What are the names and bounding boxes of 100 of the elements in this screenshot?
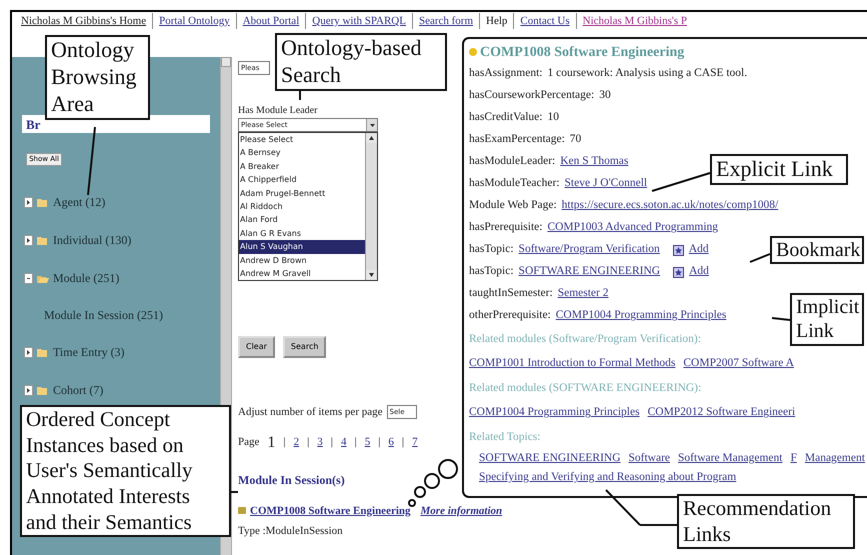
- related-link[interactable]: COMP1004 Programming Principles: [469, 404, 640, 422]
- expand-icon[interactable]: [24, 196, 33, 208]
- callout-label: Ontology Browsing Area: [45, 35, 150, 120]
- page-link[interactable]: 2: [294, 434, 300, 451]
- bookmark-icon: [672, 244, 684, 256]
- related-link[interactable]: SOFTWARE ENGINEERING: [479, 450, 621, 468]
- nav-link[interactable]: Help: [479, 12, 514, 30]
- property-name: otherPrerequisite:: [469, 308, 551, 324]
- page-link[interactable]: 6: [388, 434, 394, 451]
- dropdown-option[interactable]: Please Select: [239, 133, 365, 146]
- folder-icon: [37, 386, 49, 394]
- property-name: hasTopic:: [469, 242, 514, 258]
- collapse-icon[interactable]: [24, 272, 33, 284]
- callout-label: Ordered Concept Instances based on User's Semantically Annotated Interests and their Semantics: [20, 405, 231, 538]
- nav-link[interactable]: Nicholas M Gibbins's Home: [15, 12, 152, 30]
- nav-link[interactable]: Query with SPARQL: [305, 12, 412, 30]
- related-link[interactable]: F: [790, 450, 797, 468]
- page-separator: |: [402, 435, 404, 450]
- page-separator: |: [307, 435, 310, 450]
- expand-icon[interactable]: [24, 384, 33, 396]
- dropdown-option[interactable]: A Chipperfield: [239, 173, 365, 187]
- property-name: hasTopic:: [469, 264, 514, 280]
- result-type: Type :ModuleInSession: [238, 524, 344, 539]
- property-link[interactable]: https://secure.ecs.soton.ac.uk/notes/comp1008/: [562, 197, 778, 215]
- expand-icon[interactable]: [24, 346, 33, 358]
- page-link[interactable]: 1: [267, 430, 276, 454]
- dropdown-option[interactable]: A Breaker: [239, 160, 365, 174]
- page-link[interactable]: 7: [412, 434, 418, 451]
- page-separator: |: [378, 435, 380, 450]
- related-link[interactable]: COMP2012 Software Engineeri: [648, 404, 796, 422]
- nav-link[interactable]: Portal Ontology: [152, 12, 236, 30]
- dropdown-option[interactable]: Alan Ford: [239, 213, 365, 227]
- property-name: hasModuleTeacher:: [469, 176, 560, 192]
- property-link[interactable]: Ken S Thomas: [560, 153, 628, 171]
- tree-item[interactable]: Time Entry (3): [53, 343, 125, 361]
- property-link[interactable]: Steve J O'Connell: [564, 175, 648, 193]
- tree-item[interactable]: Module (251): [53, 269, 120, 287]
- dropdown-option[interactable]: Alan G R Evans: [239, 226, 365, 240]
- dropdown-option[interactable]: Al Riddoch: [239, 200, 365, 214]
- related-heading: Related modules (Software/Program Verification):: [469, 332, 701, 347]
- page-link[interactable]: 3: [317, 434, 323, 451]
- dropdown-option[interactable]: Andrew M Gravell: [239, 267, 365, 280]
- related-link[interactable]: COMP2007 Software A: [683, 355, 794, 373]
- property-name: hasAssignment:: [469, 66, 542, 82]
- tree-item[interactable]: Cohort (7): [53, 381, 104, 399]
- bullet-icon: [469, 48, 477, 56]
- page-separator: |: [354, 435, 357, 450]
- property-link[interactable]: SOFTWARE ENGINEERING: [518, 263, 660, 281]
- property-name: hasPrerequisite:: [469, 220, 542, 236]
- property-link[interactable]: COMP1004 Programming Principles: [556, 307, 726, 325]
- dropdown-option[interactable]: Adam Prugel-Bennett: [239, 186, 365, 200]
- nav-link[interactable]: Contact Us: [513, 12, 576, 30]
- property-link[interactable]: Semester 2: [558, 285, 608, 303]
- thought-bubble-drawing: [408, 459, 458, 507]
- folder-icon: [37, 236, 49, 244]
- callout-label: Recommendation Links: [677, 494, 855, 550]
- expand-icon[interactable]: [24, 234, 33, 246]
- nav-link[interactable]: Nicholas M Gibbins's P: [576, 12, 693, 30]
- dropdown-arrow-icon: [368, 122, 376, 128]
- property-value: 10: [547, 110, 559, 126]
- property-name: hasExamPercentage:: [469, 132, 565, 148]
- tree-item[interactable]: Individual (130): [53, 231, 132, 249]
- page-separator: |: [330, 435, 333, 450]
- add-bookmark-link[interactable]: Add: [688, 241, 709, 259]
- results-heading: Module In Session(s): [238, 472, 346, 488]
- page-link[interactable]: 5: [364, 434, 370, 451]
- add-bookmark-link[interactable]: Add: [689, 263, 709, 281]
- property-name: hasCourseworkPercentage:: [469, 88, 594, 104]
- dropdown-option[interactable]: Alun S Vaughan: [239, 240, 365, 254]
- dropdown-option[interactable]: A Bernsey: [239, 146, 365, 160]
- related-link[interactable]: Software: [628, 450, 670, 468]
- page-separator: |: [283, 435, 286, 450]
- tree-item[interactable]: Module In Session (251): [20, 297, 210, 333]
- property-link[interactable]: COMP1003 Advanced Programming: [547, 219, 718, 237]
- callout-label: Explicit Link: [710, 154, 848, 185]
- form-button[interactable]: Clear: [238, 336, 275, 358]
- leader-line: [750, 253, 770, 263]
- bullet-icon: [238, 507, 246, 514]
- related-link[interactable]: Software Management: [678, 450, 782, 468]
- leader-line: [87, 126, 96, 196]
- property-name: Module Web Page:: [469, 198, 557, 214]
- tree-item[interactable]: Agent (12): [53, 193, 106, 211]
- callout-label: Implicit Link: [790, 293, 864, 346]
- nav-link[interactable]: Search form: [412, 12, 480, 30]
- folder-icon: [37, 198, 49, 206]
- nav-link[interactable]: About Portal: [236, 12, 306, 30]
- property-link[interactable]: Software/Program Verification: [518, 241, 660, 259]
- form-button[interactable]: Search: [282, 336, 326, 358]
- dropdown-option[interactable]: Andrew D Brown: [239, 254, 365, 268]
- related-heading: Related Topics:: [469, 430, 540, 445]
- page-link[interactable]: 4: [341, 434, 346, 451]
- property-value: 30: [599, 88, 611, 104]
- callout-label: Ontology-based Search: [275, 33, 447, 91]
- related-heading: Related modules (SOFTWARE ENGINEERING):: [469, 380, 702, 396]
- related-link[interactable]: COMP1001 Introduction to Formal Methods: [469, 355, 676, 373]
- related-link[interactable]: Specifying and Verifying and Reasoning about Program: [479, 469, 736, 486]
- result-link[interactable]: COMP1008 Software Engineering: [250, 502, 411, 519]
- folder-icon: [37, 274, 49, 282]
- more-information-link[interactable]: More information: [420, 502, 502, 519]
- related-link[interactable]: Management: [804, 450, 865, 468]
